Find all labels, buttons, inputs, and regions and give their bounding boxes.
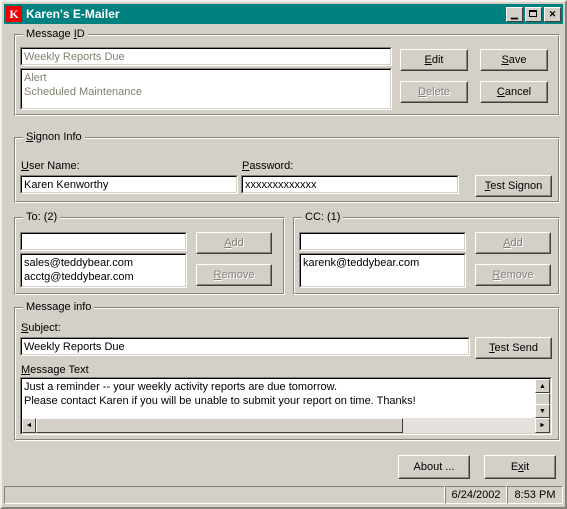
message-text-line: Please contact Karen if you will be unab… (24, 395, 416, 407)
hscroll-thumb[interactable] (36, 418, 403, 433)
list-item[interactable]: Alert (24, 71, 388, 85)
subject-label: Subject: (21, 322, 61, 334)
caret-left-icon: ◄ (25, 422, 33, 429)
exit-button[interactable]: Exit (484, 455, 556, 479)
message-id-list[interactable]: Alert Scheduled Maintenance (20, 68, 392, 110)
password-value: xxxxxxxxxxxxx (245, 179, 317, 191)
password-input[interactable]: xxxxxxxxxxxxx (241, 175, 459, 194)
username-label: User Name: (21, 160, 80, 172)
accel-key: U (21, 160, 29, 172)
accel-key: R (213, 269, 222, 281)
list-item[interactable]: karenk@teddybear.com (303, 256, 462, 270)
accel-key: C (496, 86, 505, 98)
list-item[interactable]: acctg@teddybear.com (24, 270, 183, 284)
title-bar[interactable]: K Karen's E-Mailer ▁ ✕ (4, 4, 563, 24)
accel-key: P (242, 160, 250, 172)
message-text-vscrollbar[interactable]: ▲ ▼ (535, 379, 550, 418)
cancel-button[interactable]: Cancel (480, 81, 548, 103)
subject-input[interactable]: Weekly Reports Due (20, 337, 470, 356)
caret-right-icon: ► (539, 422, 546, 429)
close-icon: ✕ (548, 8, 557, 19)
status-message-panel (4, 486, 445, 504)
accel-key: S (21, 322, 29, 334)
accel-key: A (224, 237, 232, 249)
accel-key: T (489, 342, 495, 354)
caret-up-icon: ▲ (539, 382, 546, 390)
maximize-button[interactable] (525, 6, 542, 22)
cc-group-label: CC: (1) (302, 211, 344, 223)
status-bar: 6/24/2002 8:53 PM (4, 485, 563, 505)
username-input[interactable]: Karen Kenworthy (20, 175, 238, 194)
maximize-icon (529, 9, 537, 17)
status-time-panel: 8:53 PM (507, 486, 563, 504)
minimize-button[interactable]: ▁ (506, 6, 523, 22)
accel-key: R (492, 269, 501, 281)
accel-key: A (503, 237, 511, 249)
test-signon-button[interactable]: Test Signon (475, 175, 552, 197)
username-value: Karen Kenworthy (24, 179, 109, 191)
cc-input[interactable] (299, 232, 466, 251)
application-window: K Karen's E-Mailer ▁ ✕ Message ID Weekly… (0, 0, 567, 509)
to-group-label: To: (2) (23, 211, 61, 223)
accel-key: S (501, 54, 509, 66)
close-button[interactable]: ✕ (544, 6, 561, 22)
window-title: Karen's E-Mailer (26, 7, 120, 21)
to-recipients-list[interactable]: sales@teddybear.com acctg@teddybear.com (20, 253, 187, 288)
message-id-group-label: Message ID (23, 28, 88, 40)
accel-key: T (484, 180, 491, 192)
about-button[interactable]: About ... (398, 455, 470, 479)
message-id-combo[interactable]: Weekly Reports Due (20, 47, 392, 66)
accel-key: E (424, 54, 432, 66)
accel-key: I (73, 28, 77, 40)
message-id-combo-value: Weekly Reports Due (24, 51, 125, 63)
scroll-up-button[interactable]: ▲ (535, 379, 550, 393)
to-remove-button[interactable]: Remove (196, 264, 272, 286)
password-label: Password: (242, 160, 294, 172)
app-icon[interactable]: K (6, 6, 22, 22)
accel-key: x (518, 461, 524, 473)
cc-remove-button[interactable]: Remove (475, 264, 551, 286)
scroll-right-button[interactable]: ► (535, 418, 550, 433)
accel-key: M (21, 364, 31, 376)
to-add-button[interactable]: Add (196, 232, 272, 254)
message-text-area[interactable]: Just a reminder -- your weekly activity … (20, 377, 552, 435)
status-date-panel: 6/24/2002 (445, 486, 507, 504)
message-text-hscrollbar[interactable]: ◄ (22, 418, 535, 433)
accel-key: S (26, 131, 34, 143)
about-button-label: About ... (413, 461, 455, 473)
list-item[interactable]: Scheduled Maintenance (24, 85, 388, 99)
minimize-icon: ▁ (511, 8, 518, 19)
cc-recipients-list[interactable]: karenk@teddybear.com (299, 253, 466, 288)
signon-info-group-label: Signon Info (23, 131, 85, 143)
list-item[interactable]: sales@teddybear.com (24, 256, 183, 270)
message-text-line: Just a reminder -- your weekly activity … (24, 381, 338, 393)
to-input[interactable] (20, 232, 187, 251)
subject-value: Weekly Reports Due (24, 341, 125, 353)
test-send-button[interactable]: Test Send (475, 337, 552, 359)
scroll-down-button[interactable]: ▼ (535, 404, 550, 418)
delete-button[interactable]: Delete (400, 81, 468, 103)
window-controls: ▁ ✕ (506, 6, 561, 22)
message-info-group-label: Message info (23, 301, 95, 313)
cc-add-button[interactable]: Add (475, 232, 551, 254)
caret-down-icon: ▼ (539, 407, 546, 415)
save-button[interactable]: Save (480, 49, 548, 71)
scroll-left-button[interactable]: ◄ (22, 418, 36, 433)
edit-button[interactable]: Edit (400, 49, 468, 71)
accel-key: D (418, 86, 427, 98)
message-text-label: Message Text (21, 364, 89, 376)
